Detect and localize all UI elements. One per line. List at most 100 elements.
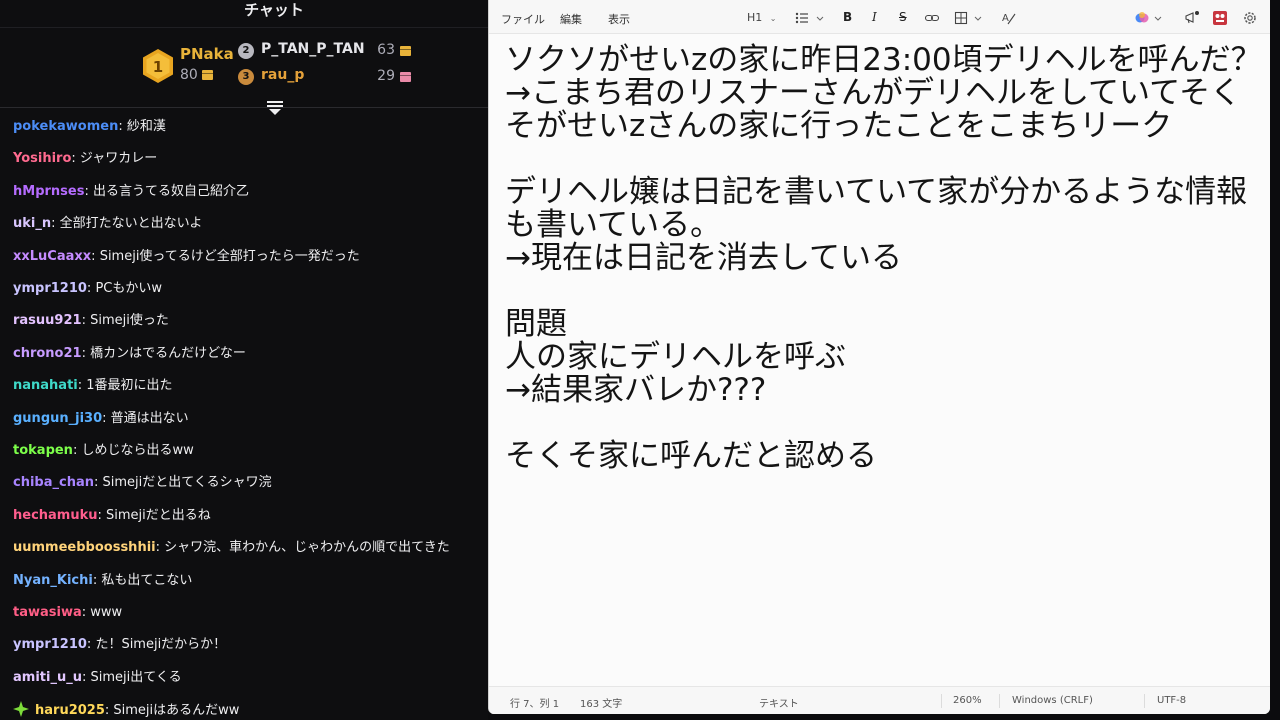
announcement-icon[interactable] xyxy=(1184,10,1200,26)
chat-username[interactable]: uki_n xyxy=(13,216,51,231)
heading-dropdown[interactable]: H1 ⌄ xyxy=(747,11,776,27)
chevron-down-icon: ⌄ xyxy=(769,14,777,23)
third-place-score: 29 xyxy=(377,68,411,84)
screen-edge xyxy=(1270,0,1280,720)
chat-username[interactable]: gungun_ji30 xyxy=(13,411,102,426)
chat-message-text: 私も出てこない xyxy=(101,573,193,588)
chat-separator: : xyxy=(93,475,103,490)
third-place-name: rau_p xyxy=(261,67,305,83)
chat-message: chiba_chan: Simejiだと出てくるシャワ浣 xyxy=(13,474,272,492)
collapse-leaderboard-icon[interactable] xyxy=(266,100,284,116)
gift-icon xyxy=(400,72,411,82)
first-place-score: 80 xyxy=(180,67,213,83)
chat-message: Nyan_Kichi: 私も出てこない xyxy=(13,572,192,590)
chat-username[interactable]: tokapen xyxy=(13,443,73,458)
chat-username[interactable]: hMprnses xyxy=(13,184,84,199)
zoom-level[interactable]: 260% xyxy=(953,695,982,706)
list-dropdown[interactable] xyxy=(795,10,825,26)
chat-message: pokekawomen: 紗和漢 xyxy=(13,118,166,136)
first-place-badge-icon: 1 xyxy=(143,49,173,83)
chat-separator: : xyxy=(118,119,127,134)
document-text-area[interactable]: ソクソがせいzの家に昨日23:00頃デリヘルを呼んだ？ →こまち君のリスナーさん… xyxy=(505,44,1265,684)
chat-username[interactable]: chrono21 xyxy=(13,346,82,361)
chat-separator: : xyxy=(51,216,60,231)
chat-separator: : xyxy=(102,411,111,426)
second-rank-badge: 2 xyxy=(238,43,254,59)
text-encoding[interactable]: UTF-8 xyxy=(1157,695,1186,706)
chat-message-text: Simeji使ってるけど全部打ったら一発だった xyxy=(99,249,360,264)
chat-message: tokapen: しめじなら出るww xyxy=(13,442,194,460)
chat-message: uummeebboosshhii: シャワ浣、車わかん、じゃわかんの順で出てきた xyxy=(13,539,450,557)
sparkle-icon xyxy=(13,701,29,717)
account-avatar-icon[interactable] xyxy=(1212,10,1228,26)
chat-username[interactable]: Yosihiro xyxy=(13,151,71,166)
chat-message-text: Simejiだと出るね xyxy=(106,508,211,523)
chat-username[interactable]: uummeebboosshhii xyxy=(13,540,156,555)
table-dropdown[interactable] xyxy=(954,10,984,26)
copilot-icon xyxy=(1135,12,1162,23)
chat-message: hMprnses: 出る言うてる奴自己紹介乙 xyxy=(13,183,249,201)
bold-icon[interactable]: B xyxy=(843,10,852,26)
chat-message-text: PCもかいw xyxy=(95,281,162,296)
gift-icon xyxy=(400,46,411,56)
gift-leaderboard: 1 PNaka 80 2 P_TAN_P_TAN 63 3 rau_p 29 xyxy=(0,28,488,108)
chat-username[interactable]: ympr1210 xyxy=(13,637,87,652)
chat-message: ympr1210: PCもかいw xyxy=(13,280,162,298)
third-place-score-value: 29 xyxy=(377,68,395,84)
clear-formatting-icon[interactable]: A xyxy=(1001,10,1017,26)
document-format[interactable]: テキスト xyxy=(759,695,799,710)
status-divider xyxy=(999,694,1000,708)
status-divider xyxy=(1144,694,1145,708)
settings-gear-icon[interactable] xyxy=(1242,10,1258,26)
notepad-window: ファイル 編集 表示 H1 ⌄ B I S A ソクソがせいzの家に昨日23:0… xyxy=(488,0,1270,714)
menu-view[interactable]: 表示 xyxy=(608,11,630,27)
copilot-dropdown[interactable] xyxy=(1134,10,1164,26)
first-rank-number: 1 xyxy=(153,58,163,76)
chat-separator: : xyxy=(84,184,93,199)
strikethrough-icon[interactable]: S xyxy=(899,10,907,26)
chat-username[interactable]: pokekawomen xyxy=(13,119,118,134)
link-icon[interactable] xyxy=(924,10,940,26)
chat-separator: : xyxy=(81,346,91,361)
cursor-position: 行 7、列 1 xyxy=(510,699,560,710)
chat-username[interactable]: amiti_u_u xyxy=(13,670,82,685)
leaderboard-third[interactable]: 3 rau_p 29 xyxy=(238,67,413,87)
status-divider xyxy=(941,694,942,708)
menu-edit[interactable]: 編集 xyxy=(560,11,582,27)
third-rank-badge: 3 xyxy=(238,69,254,85)
chat-username[interactable]: haru2025 xyxy=(35,703,105,718)
chat-message: uki_n: 全部打たないと出ないよ xyxy=(13,215,202,233)
chat-message-text: 紗和漢 xyxy=(126,119,166,134)
chat-message: Yosihiro: ジャワカレー xyxy=(13,150,157,168)
chat-username[interactable]: chiba_chan xyxy=(13,475,94,490)
chat-username[interactable]: xxLuCaaxx xyxy=(13,249,91,264)
chat-message: rasuu921: Simeji使った xyxy=(13,312,169,330)
chat-username[interactable]: nanahati xyxy=(13,378,78,393)
italic-icon[interactable]: I xyxy=(872,10,877,26)
line-ending[interactable]: Windows (CRLF) xyxy=(1012,695,1093,706)
chat-username[interactable]: rasuu921 xyxy=(13,313,82,328)
second-place-score: 63 xyxy=(377,42,411,58)
chat-message: amiti_u_u: Simeji出てくる xyxy=(13,669,182,687)
chat-separator: : xyxy=(71,151,80,166)
menu-file[interactable]: ファイル xyxy=(501,11,545,27)
chat-message-text: ジャワカレー xyxy=(79,151,158,166)
chat-message: ympr1210: た！Simejiだからか！ xyxy=(13,636,226,654)
list-icon xyxy=(795,12,824,24)
chat-separator: : xyxy=(81,313,91,328)
chat-username[interactable]: Nyan_Kichi xyxy=(13,573,93,588)
menu-bar: ファイル 編集 表示 H1 ⌄ B I S A xyxy=(489,0,1270,34)
chat-message-text: 全部打たないと出ないよ xyxy=(59,216,203,231)
gift-icon xyxy=(201,70,213,80)
first-place-name: PNaka xyxy=(180,45,234,63)
chat-message-text: 1番最初に出た xyxy=(86,378,173,393)
chat-message: nanahati: 1番最初に出た xyxy=(13,377,173,395)
leaderboard-first[interactable]: 1 PNaka 80 xyxy=(142,45,242,89)
chat-username[interactable]: tawasiwa xyxy=(13,605,82,620)
chat-username[interactable]: hechamuku xyxy=(13,508,98,523)
chat-panel: チャット 1 PNaka 80 2 P_TAN_P_TAN 63 3 rau_p… xyxy=(0,0,488,720)
leaderboard-second[interactable]: 2 P_TAN_P_TAN 63 xyxy=(238,41,413,61)
chat-separator: : xyxy=(81,605,91,620)
chat-message: chrono21: 橋カンはでるんだけどなー xyxy=(13,345,246,363)
chat-username[interactable]: ympr1210 xyxy=(13,281,87,296)
